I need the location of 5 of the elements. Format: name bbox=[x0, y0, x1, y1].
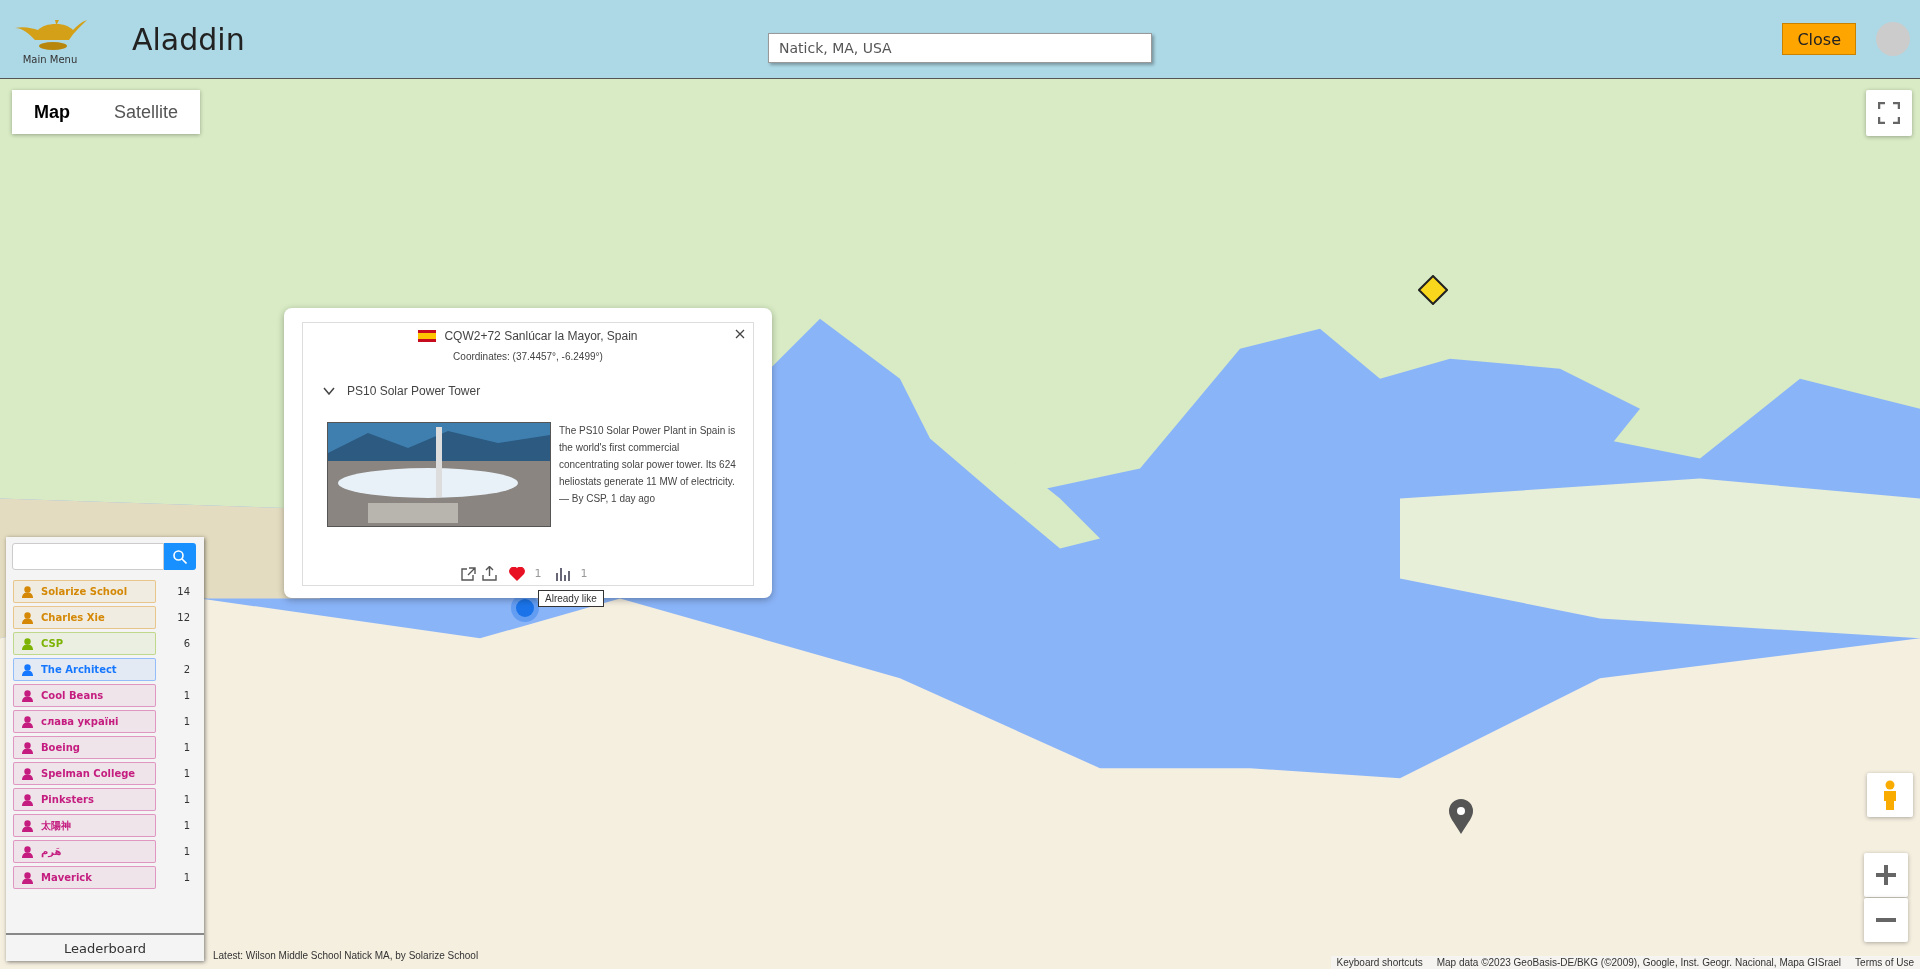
close-button[interactable]: Close bbox=[1782, 23, 1856, 55]
main-menu-button[interactable]: Main Menu bbox=[10, 13, 90, 65]
app-title: Aladdin bbox=[132, 21, 245, 57]
main-menu-label: Main Menu bbox=[22, 53, 78, 65]
location-search-field[interactable]: Natick, MA, USA bbox=[768, 33, 1152, 63]
